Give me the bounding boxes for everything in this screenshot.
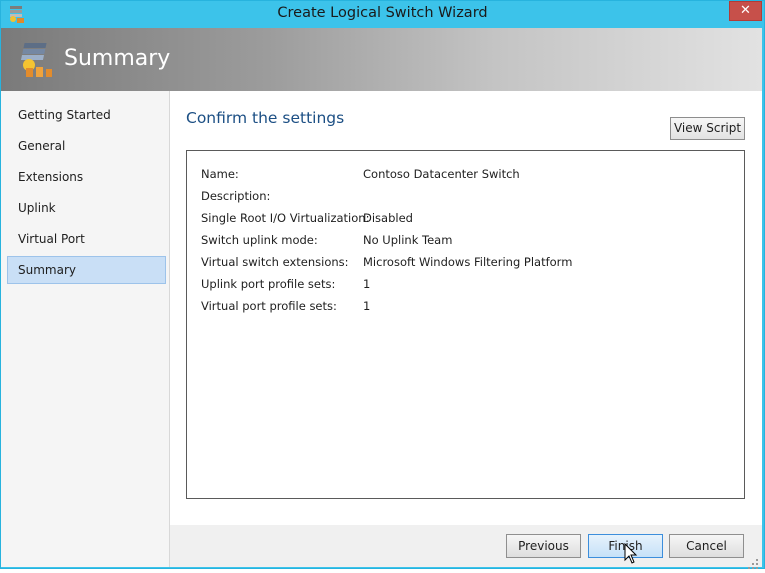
mouse-pointer-icon	[624, 542, 638, 565]
banner: Summary	[1, 28, 762, 91]
nav-item-general[interactable]: General	[7, 133, 166, 161]
setting-value: No Uplink Team	[363, 233, 453, 247]
page-title: Summary	[64, 46, 171, 71]
setting-label: Switch uplink mode:	[201, 233, 318, 247]
nav-item-virtual-port[interactable]: Virtual Port	[7, 226, 166, 254]
setting-label: Description:	[201, 189, 271, 203]
wizard-steps-nav: Getting Started General Extensions Uplin…	[1, 91, 170, 567]
view-script-button[interactable]: View Script	[670, 117, 745, 140]
settings-summary-box: Name: Contoso Datacenter Switch Descript…	[186, 150, 745, 499]
nav-item-getting-started[interactable]: Getting Started	[7, 102, 166, 130]
nav-item-summary[interactable]: Summary	[7, 256, 166, 284]
title-bar[interactable]: Create Logical Switch Wizard ✕	[1, 1, 764, 28]
setting-label: Single Root I/O Virtualization:	[201, 211, 370, 225]
setting-value: 1	[363, 299, 371, 313]
setting-value: Contoso Datacenter Switch	[363, 167, 520, 181]
resize-grip-icon[interactable]	[748, 554, 758, 569]
nav-item-extensions[interactable]: Extensions	[7, 164, 166, 192]
nav-item-uplink[interactable]: Uplink	[7, 195, 166, 223]
close-button[interactable]: ✕	[729, 1, 762, 21]
setting-label: Uplink port profile sets:	[201, 277, 336, 291]
setting-label: Name:	[201, 167, 239, 181]
setting-value: Microsoft Windows Filtering Platform	[363, 255, 573, 269]
setting-value: 1	[363, 277, 371, 291]
wizard-footer: Previous Finish Cancel	[170, 525, 762, 567]
window-title: Create Logical Switch Wizard	[277, 5, 488, 21]
section-heading: Confirm the settings	[186, 109, 345, 127]
main-content: Confirm the settings View Script Name: C…	[170, 91, 762, 525]
wizard-window: Create Logical Switch Wizard ✕ Summary G	[0, 0, 765, 569]
setting-label: Virtual port profile sets:	[201, 299, 337, 313]
setting-value: Disabled	[363, 211, 413, 225]
wizard-switch-icon	[19, 41, 55, 79]
previous-button[interactable]: Previous	[506, 534, 581, 558]
close-icon: ✕	[740, 3, 751, 18]
setting-label: Virtual switch extensions:	[201, 255, 349, 269]
cancel-button[interactable]: Cancel	[669, 534, 744, 558]
client-area: Summary Getting Started General Extensio…	[1, 28, 764, 569]
